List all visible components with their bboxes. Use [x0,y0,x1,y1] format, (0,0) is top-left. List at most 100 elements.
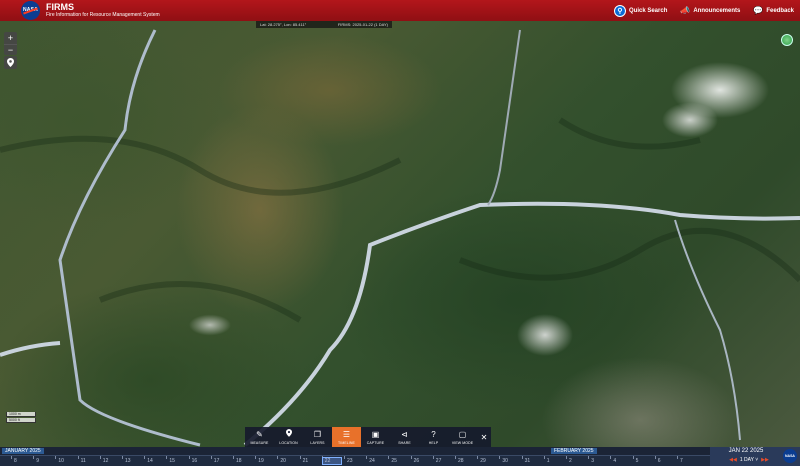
status-indicator[interactable] [781,34,793,46]
layers-button[interactable]: ❐ LAYERS [303,427,332,447]
day-tick [299,456,301,459]
day-tick [521,456,523,459]
timeline-button[interactable]: ☰ TIMELINE [332,427,361,447]
firms-date-label: FIRMS: 2025-01-22 (1 DAY) [337,22,388,27]
share-button[interactable]: ⊲ SHARE [390,427,419,447]
satellite-map[interactable] [0,0,800,466]
day-label[interactable]: 11 [81,458,86,464]
nasa-logo-small: NASA [783,449,797,463]
day-label[interactable]: 17 [214,458,220,464]
ridge-line [558,117,701,150]
prev-day-icon[interactable]: ◀◀ [729,457,737,463]
announcements-button[interactable]: 📣 Announcements [680,6,740,15]
location-pin-icon [285,429,292,439]
view-mode-button[interactable]: ▢ VIEW MODE [448,427,477,447]
current-date[interactable]: JAN 22 2025 [710,448,782,454]
day-label[interactable]: 29 [480,458,486,464]
quick-search-button[interactable]: ⚲ Quick Search [614,4,667,17]
app-header: NASA FIRMS Fire Information for Resource… [0,0,800,21]
day-tick [188,456,190,459]
locate-button[interactable] [4,56,17,69]
day-label[interactable]: 25 [391,458,397,464]
ruler-icon: ✎ [256,429,263,439]
month-label-february[interactable]: FEBRUARY 2025 [551,448,597,454]
day-label[interactable]: 27 [436,458,442,464]
day-label[interactable]: 3 [591,458,594,464]
measure-button[interactable]: ✎ MEASURE [245,427,274,447]
day-tick [455,456,456,459]
day-tick [610,456,612,459]
day-label[interactable]: 2 [569,458,572,464]
brand[interactable]: FIRMS Fire Information for Resource Mana… [46,3,160,18]
day-tick [77,456,79,459]
month-label-january[interactable]: JANUARY 2025 [2,448,44,454]
day-tick [233,456,234,459]
day-label[interactable]: 8 [14,458,17,464]
day-label[interactable]: 30 [502,458,508,464]
river [674,219,741,441]
day-label[interactable]: 12 [103,458,109,464]
zoom-in-button[interactable]: + [4,32,17,44]
day-tick [277,456,279,459]
bottom-toolbar: ✎ MEASURE LOCATION ❐ LAYERS ☰ TIMELINE ▣… [245,427,491,447]
monitor-icon: ▢ [458,429,467,439]
nasa-logo-text: NASA [23,7,38,13]
day-row[interactable]: 8 9 10 11 12 13 14 15 16 17 18 19 20 21 22 23 24 25 26 27 28… [0,455,710,466]
day-label[interactable]: 31 [525,458,531,464]
help-button[interactable]: ? HELP [419,427,448,447]
app-title: FIRMS [46,2,74,12]
day-label[interactable]: 1 [547,458,550,464]
day-label[interactable]: 24 [369,458,375,464]
nasa-logo-small-text: NASA [785,454,795,458]
close-icon: ✕ [480,432,488,442]
day-tick [543,456,545,459]
day-label[interactable]: 6 [658,458,661,464]
day-label[interactable]: 18 [236,458,242,464]
day-label[interactable]: 9 [36,458,39,464]
minus-icon: − [7,45,14,55]
day-label[interactable]: 20 [280,458,286,464]
day-tick [11,456,12,459]
day-label[interactable]: 5 [636,458,639,464]
timeline-icon: ☰ [342,429,351,439]
header-actions: ⚲ Quick Search 📣 Announcements 💬 Feedbac… [601,0,800,21]
day-tick [122,456,123,459]
day-label[interactable]: 16 [192,458,198,464]
day-tick [33,456,35,459]
day-label[interactable]: 21 [303,458,309,464]
day-label[interactable]: 14 [147,458,153,464]
day-label[interactable]: 26 [414,458,420,464]
river [487,29,521,206]
feedback-button[interactable]: 💬 Feedback [753,6,794,15]
camera-icon: ▣ [371,429,380,439]
day-label[interactable]: 7 [680,458,683,464]
day-tick [255,456,257,459]
view-mode-label: VIEW MODE [451,440,474,445]
capture-button[interactable]: ▣ CAPTURE [361,427,390,447]
location-button[interactable]: LOCATION [274,427,303,447]
day-label[interactable]: 13 [125,458,131,464]
day-label[interactable]: 28 [458,458,464,464]
nasa-logo[interactable]: NASA [21,1,40,20]
day-label[interactable]: 4 [613,458,616,464]
month-row: JANUARY 2025 FEBRUARY 2025 [0,447,800,455]
day-label[interactable]: 15 [169,458,175,464]
day-tick [144,456,146,459]
ridge-line [98,281,302,323]
range-select[interactable]: 1 DAY ˅ [740,457,758,463]
ridge-line [0,135,402,196]
day-label[interactable]: 10 [58,458,64,464]
day-label[interactable]: 22 [325,458,331,464]
close-toolbar-button[interactable]: ✕ [477,427,491,447]
day-tick [166,456,168,459]
location-label: LOCATION [279,441,298,445]
timeline-bar: JANUARY 2025 FEBRUARY 2025 8 9 10 11 12 13 14 1… [0,447,800,466]
range-selector: ◀◀ 1 DAY ˅ ▶▶ [714,457,784,463]
day-label[interactable]: 19 [258,458,264,464]
zoom-out-button[interactable]: − [4,44,17,55]
date-panel: JAN 22 2025 ◀◀ 1 DAY ˅ ▶▶ NASA [710,447,800,466]
scale-bar: 1000 m 5000 ft [6,412,36,424]
day-label[interactable]: 23 [347,458,353,464]
megaphone-icon: 📣 [680,6,691,15]
next-day-icon[interactable]: ▶▶ [761,457,769,463]
